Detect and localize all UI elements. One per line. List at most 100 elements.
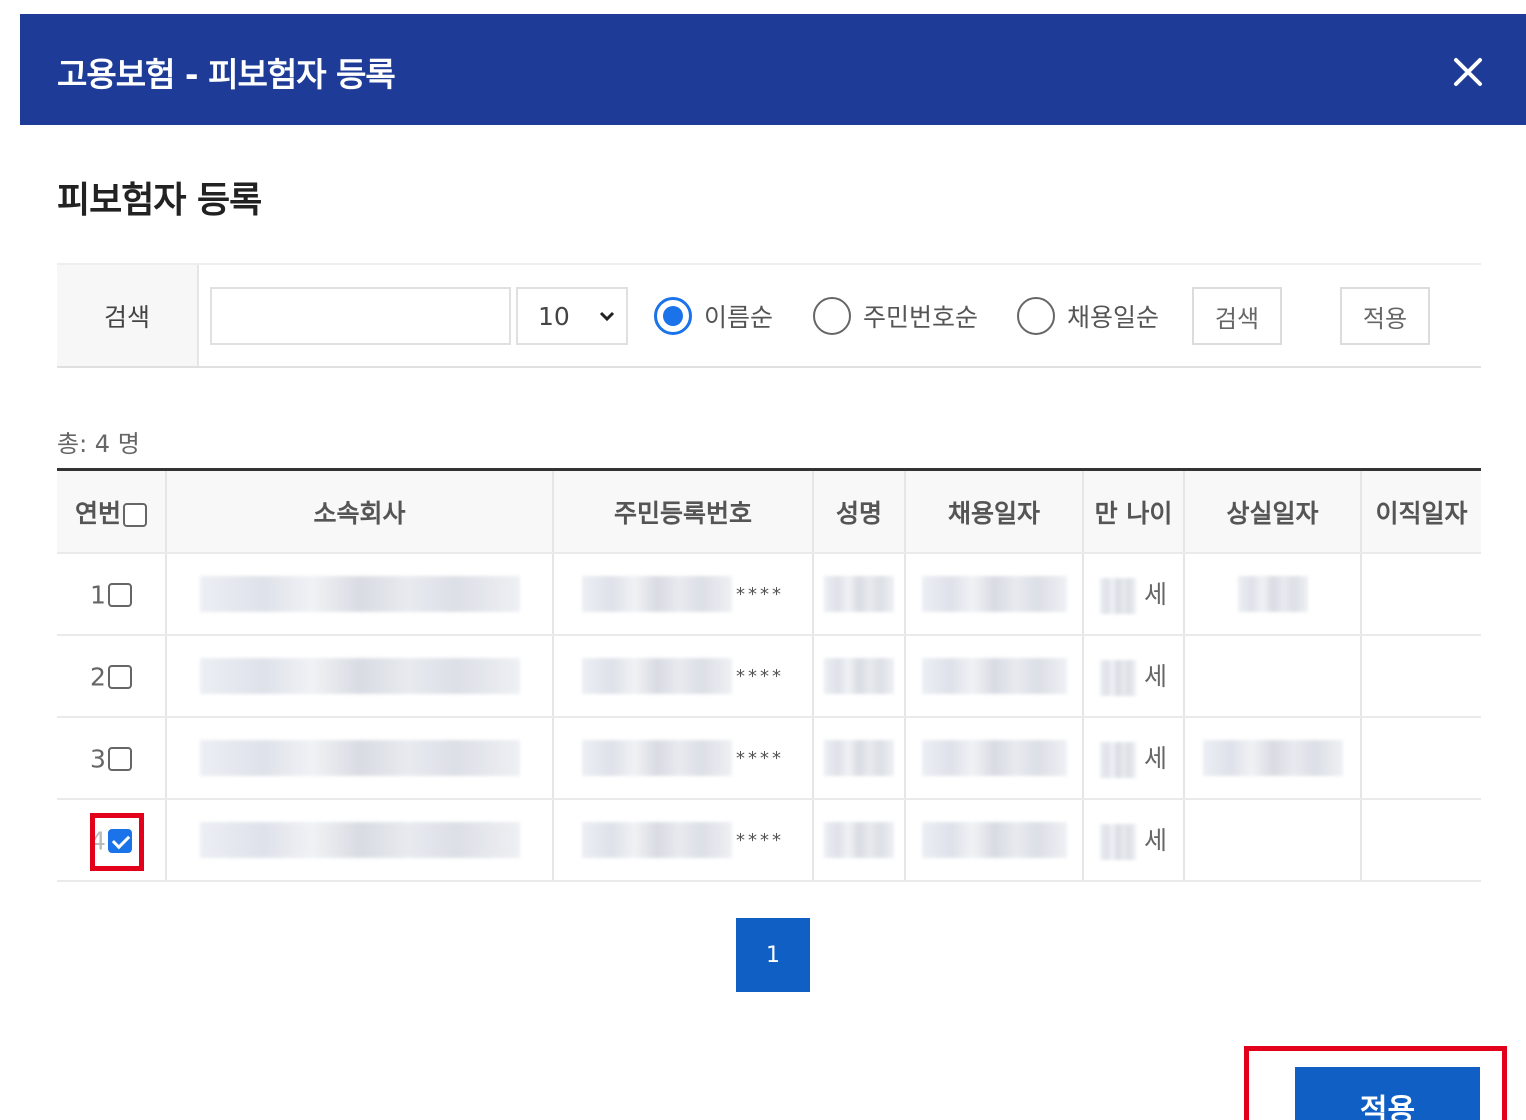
- rrn-cell: ****: [553, 553, 814, 636]
- age-cell: 세: [1083, 717, 1185, 800]
- table-row[interactable]: 1 **** 세: [57, 553, 1481, 636]
- redacted-name: [824, 576, 894, 612]
- table-row[interactable]: 4 **** 세: [57, 799, 1481, 882]
- leave-date-cell: [1361, 799, 1481, 882]
- loss-date-cell: [1184, 717, 1362, 800]
- redacted-age: [1100, 577, 1137, 614]
- redacted-company: [199, 740, 520, 776]
- redacted-loss-date: [1237, 576, 1308, 612]
- redacted-age: [1100, 823, 1137, 860]
- header-leave-date: 이직일자: [1361, 471, 1481, 554]
- sort-by-rrn-radio[interactable]: 주민번호순: [813, 287, 978, 345]
- row-number: 3: [90, 744, 106, 774]
- age-cell: 세: [1083, 635, 1185, 718]
- redacted-company: [199, 822, 520, 858]
- redacted-loss-date: [1202, 740, 1343, 776]
- row-checkbox[interactable]: [107, 664, 132, 689]
- leave-date-cell: [1361, 717, 1481, 800]
- sort-by-rrn-label: 주민번호순: [863, 303, 979, 332]
- redacted-company: [199, 658, 520, 694]
- select-all-checkbox[interactable]: [123, 502, 147, 527]
- table-row[interactable]: 3 **** 세: [57, 717, 1481, 800]
- modal-title: 고용보험 - 피보험자 등록: [57, 55, 396, 94]
- company-cell: [166, 553, 554, 636]
- redacted-hire-date: [921, 740, 1067, 776]
- page-1-button[interactable]: 1: [736, 918, 810, 992]
- age-unit: 세: [1143, 661, 1167, 691]
- leave-date-cell: [1361, 635, 1481, 718]
- row-no-cell: 2: [57, 635, 167, 718]
- row-number: 1: [90, 580, 106, 610]
- loss-date-cell: [1184, 635, 1362, 718]
- redacted-name: [824, 740, 894, 776]
- header-age: 만 나이: [1083, 471, 1185, 554]
- age-cell: 세: [1083, 799, 1185, 882]
- rrn-cell: ****: [553, 799, 814, 882]
- header-company: 소속회사: [166, 471, 554, 554]
- rrn-mask: ****: [736, 583, 784, 605]
- rrn-mask: ****: [736, 829, 784, 851]
- redacted-name: [824, 822, 894, 858]
- name-cell: [813, 635, 906, 718]
- company-cell: [166, 717, 554, 800]
- search-button[interactable]: 검색: [1192, 287, 1282, 345]
- insured-table: 연번 소속회사 주민등록번호 성명 채용일자 만 나이 상실일자 이직일자 1 …: [57, 468, 1481, 882]
- section-title: 피보험자 등록: [57, 180, 262, 221]
- age-unit: 세: [1143, 579, 1167, 609]
- sort-by-hire-date-radio[interactable]: 채용일순: [1017, 287, 1159, 345]
- name-cell: [813, 553, 906, 636]
- sort-by-name-radio[interactable]: 이름순: [654, 287, 773, 345]
- header-no: 연번: [57, 471, 167, 554]
- redacted-rrn: [582, 822, 732, 858]
- table-row[interactable]: 2 **** 세: [57, 635, 1481, 718]
- redacted-name: [824, 658, 894, 694]
- hire-date-cell: [905, 635, 1084, 718]
- redacted-hire-date: [921, 658, 1067, 694]
- page-size-value: 10: [538, 301, 570, 331]
- apply-small-button[interactable]: 적용: [1340, 287, 1430, 345]
- loss-date-cell: [1184, 799, 1362, 882]
- row-checkbox[interactable]: [107, 582, 132, 607]
- company-cell: [166, 799, 554, 882]
- company-cell: [166, 635, 554, 718]
- redacted-rrn: [582, 658, 732, 694]
- header-hire-date: 채용일자: [905, 471, 1084, 554]
- row-no-cell: 3: [57, 717, 167, 800]
- rrn-cell: ****: [553, 635, 814, 718]
- row-no-cell: 1: [57, 553, 167, 636]
- checkbox-highlight-annotation: [90, 813, 144, 871]
- rrn-mask: ****: [736, 747, 784, 769]
- chevron-down-icon: [599, 311, 615, 322]
- hire-date-cell: [905, 553, 1084, 636]
- age-unit: 세: [1143, 743, 1167, 773]
- redacted-hire-date: [921, 822, 1067, 858]
- age-cell: 세: [1083, 553, 1185, 636]
- loss-date-cell: [1184, 553, 1362, 636]
- close-button[interactable]: [1450, 54, 1486, 90]
- hire-date-cell: [905, 717, 1084, 800]
- header-name: 성명: [813, 471, 906, 554]
- header-loss-date: 상실일자: [1184, 471, 1362, 554]
- modal-header: 고용보험 - 피보험자 등록: [20, 14, 1526, 125]
- redacted-rrn: [582, 740, 732, 776]
- name-cell: [813, 799, 906, 882]
- header-no-label: 연번: [74, 498, 121, 528]
- rrn-cell: ****: [553, 717, 814, 800]
- leave-date-cell: [1361, 553, 1481, 636]
- sort-by-name-label: 이름순: [704, 303, 774, 332]
- page-size-select[interactable]: 10: [516, 287, 628, 345]
- row-number: 2: [90, 662, 106, 692]
- redacted-age: [1100, 741, 1137, 778]
- redacted-rrn: [582, 576, 732, 612]
- table-header-row: 연번 소속회사 주민등록번호 성명 채용일자 만 나이 상실일자 이직일자: [57, 471, 1481, 554]
- hire-date-cell: [905, 799, 1084, 882]
- row-checkbox[interactable]: [107, 746, 132, 771]
- redacted-age: [1100, 659, 1137, 696]
- name-cell: [813, 717, 906, 800]
- search-label: 검색: [57, 265, 199, 366]
- age-unit: 세: [1143, 825, 1167, 855]
- search-input[interactable]: [210, 287, 511, 345]
- radio-checked-icon: [654, 297, 692, 335]
- redacted-company: [199, 576, 520, 612]
- total-count: 총: 4 명: [57, 430, 140, 458]
